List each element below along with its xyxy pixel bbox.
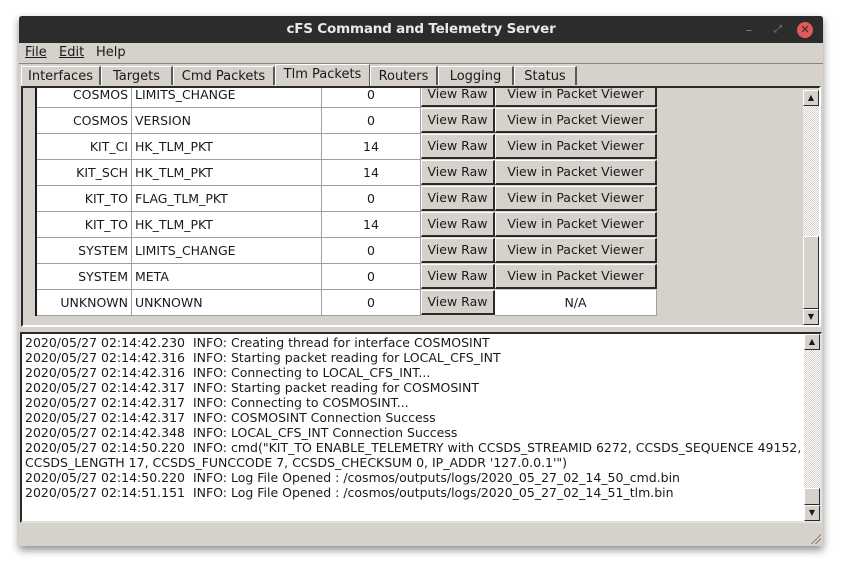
maximize-icon[interactable]: ⤢ (770, 22, 786, 38)
count-cell: 0 (322, 264, 421, 290)
menu-help[interactable]: Help (96, 45, 126, 60)
tab-interfaces[interactable]: Interfaces (21, 66, 101, 85)
view-raw-button[interactable]: View Raw (421, 290, 495, 315)
target-cell: SYSTEM (37, 264, 132, 290)
window-title: cFS Command and Telemetry Server (286, 21, 556, 37)
table-row: KIT_TO HK_TLM_PKT 14 View Raw View in Packet… (37, 212, 659, 238)
view-raw-button[interactable]: View Raw (421, 160, 495, 185)
tab-bar: Interfaces Targets Cmd Packets Tlm Packe… (19, 64, 823, 86)
app-window: cFS Command and Telemetry Server – ⤢ ✕ F… (19, 16, 823, 546)
target-cell: SYSTEM (37, 238, 132, 264)
count-cell: 0 (322, 88, 421, 108)
log-line: 2020/05/27 02:14:42.316 INFO: Starting p… (25, 350, 501, 365)
count-cell: 0 (322, 238, 421, 264)
view-raw-button[interactable]: View Raw (421, 212, 495, 237)
menu-bar: File Edit Help (19, 43, 823, 64)
view-raw-button[interactable]: View Raw (421, 88, 495, 107)
count-cell: 14 (322, 134, 421, 160)
view-in-packet-viewer-button[interactable]: View in Packet Viewer (495, 238, 657, 263)
table-row: SYSTEM LIMITS_CHANGE 0 View Raw View in Pack… (37, 238, 659, 264)
count-cell: 0 (322, 290, 421, 316)
target-cell: KIT_SCH (37, 160, 132, 186)
count-cell: 14 (322, 160, 421, 186)
table-row: UNKNOWN UNKNOWN 0 View Raw N/A (37, 290, 659, 316)
minimize-icon[interactable]: – (741, 22, 757, 38)
menu-help-label: Help (96, 45, 126, 60)
resize-grip-icon[interactable] (811, 534, 821, 544)
log-scroll-down-icon[interactable]: ▼ (804, 505, 820, 521)
log-line: 2020/05/27 02:14:42.317 INFO: Starting p… (25, 380, 479, 395)
packet-cell: HK_TLM_PKT (132, 134, 322, 160)
tab-logging[interactable]: Logging (438, 66, 514, 85)
packet-cell: HK_TLM_PKT (132, 212, 322, 238)
tab-routers[interactable]: Routers (370, 66, 438, 85)
log-line: 2020/05/27 02:14:42.230 INFO: Creating t… (25, 335, 490, 350)
title-bar[interactable]: cFS Command and Telemetry Server – ⤢ ✕ (19, 16, 823, 43)
menu-edit-label: Edit (59, 45, 85, 60)
menu-edit[interactable]: Edit (59, 45, 84, 60)
target-cell: KIT_TO (37, 212, 132, 238)
tlm-packets-pane: COSMOS LIMITS_CHANGE 0 View Raw View in Pack… (21, 86, 821, 327)
target-cell: KIT_CI (37, 134, 132, 160)
scroll-up-icon[interactable]: ▲ (803, 90, 819, 106)
packet-cell: FLAG_TLM_PKT (132, 186, 322, 212)
tab-cmd-packets[interactable]: Cmd Packets (173, 66, 275, 85)
view-in-packet-viewer-button[interactable]: View in Packet Viewer (495, 264, 657, 289)
packet-cell: LIMITS_CHANGE (132, 88, 322, 108)
tab-tlm-packets[interactable]: Tlm Packets (275, 64, 370, 86)
target-cell: COSMOS (37, 108, 132, 134)
count-cell: 0 (322, 108, 421, 134)
log-line: 2020/05/27 02:14:51.151 INFO: Log File O… (25, 485, 674, 500)
log-line: 2020/05/27 02:14:42.317 INFO: Connecting… (25, 395, 409, 410)
menu-file-label: File (25, 45, 47, 60)
log-line: 2020/05/27 02:14:42.348 INFO: LOCAL_CFS_… (25, 425, 458, 440)
table-row: KIT_CI HK_TLM_PKT 14 View Raw View in Packet… (37, 134, 659, 160)
count-cell: 14 (322, 212, 421, 238)
log-pane: 2020/05/27 02:14:42.230 INFO: Creating t… (20, 332, 822, 523)
target-cell: KIT_TO (37, 186, 132, 212)
scroll-thumb[interactable] (803, 236, 819, 309)
tab-targets[interactable]: Targets (101, 66, 173, 85)
table-row: KIT_TO FLAG_TLM_PKT 0 View Raw View in Packe… (37, 186, 659, 212)
log-text[interactable]: 2020/05/27 02:14:42.230 INFO: Creating t… (25, 335, 803, 500)
packet-cell: UNKNOWN (132, 290, 322, 316)
view-raw-button[interactable]: View Raw (421, 238, 495, 263)
view-in-packet-viewer-button[interactable]: View in Packet Viewer (495, 160, 657, 185)
table-row: KIT_SCH HK_TLM_PKT 14 View Raw View in Packe… (37, 160, 659, 186)
packet-cell: VERSION (132, 108, 322, 134)
view-in-packet-viewer-button[interactable]: View in Packet Viewer (495, 212, 657, 237)
log-line: 2020/05/27 02:14:50.220 INFO: Log File O… (25, 470, 680, 485)
view-in-packet-viewer-button[interactable]: View in Packet Viewer (495, 186, 657, 211)
view-in-packet-viewer-button[interactable]: View in Packet Viewer (495, 108, 657, 133)
table-row: SYSTEM META 0 View Raw View in Packet Viewer (37, 264, 659, 290)
log-line: 2020/05/27 02:14:50.220 INFO: cmd("KIT_T… (25, 440, 802, 470)
table-row: COSMOS LIMITS_CHANGE 0 View Raw View in Pack… (37, 88, 659, 108)
target-cell: COSMOS (37, 88, 132, 108)
tlm-packets-table: COSMOS LIMITS_CHANGE 0 View Raw View in Pack… (35, 88, 659, 316)
scroll-down-icon[interactable]: ▼ (803, 309, 819, 325)
view-raw-button[interactable]: View Raw (421, 264, 495, 289)
viewer-na-cell: N/A (495, 290, 657, 316)
log-line: 2020/05/27 02:14:42.316 INFO: Connecting… (25, 365, 431, 380)
packet-cell: HK_TLM_PKT (132, 160, 322, 186)
log-scroll-up-icon[interactable]: ▲ (804, 334, 820, 350)
menu-file[interactable]: File (25, 45, 47, 60)
log-line: 2020/05/27 02:14:42.317 INFO: COSMOSINT … (25, 410, 436, 425)
packet-cell: META (132, 264, 322, 290)
count-cell: 0 (322, 186, 421, 212)
target-cell: UNKNOWN (37, 290, 132, 316)
view-in-packet-viewer-button[interactable]: View in Packet Viewer (495, 88, 657, 107)
view-raw-button[interactable]: View Raw (421, 186, 495, 211)
tlm-scrollbar[interactable]: ▲ ▼ (803, 90, 819, 325)
view-in-packet-viewer-button[interactable]: View in Packet Viewer (495, 134, 657, 159)
close-icon[interactable]: ✕ (797, 22, 813, 38)
view-raw-button[interactable]: View Raw (421, 108, 495, 133)
view-raw-button[interactable]: View Raw (421, 134, 495, 159)
table-row: COSMOS VERSION 0 View Raw View in Packet Vie… (37, 108, 659, 134)
log-scroll-thumb[interactable] (804, 488, 820, 505)
tab-status[interactable]: Status (514, 66, 577, 85)
packet-cell: LIMITS_CHANGE (132, 238, 322, 264)
log-scrollbar[interactable]: ▲ ▼ (804, 334, 820, 521)
